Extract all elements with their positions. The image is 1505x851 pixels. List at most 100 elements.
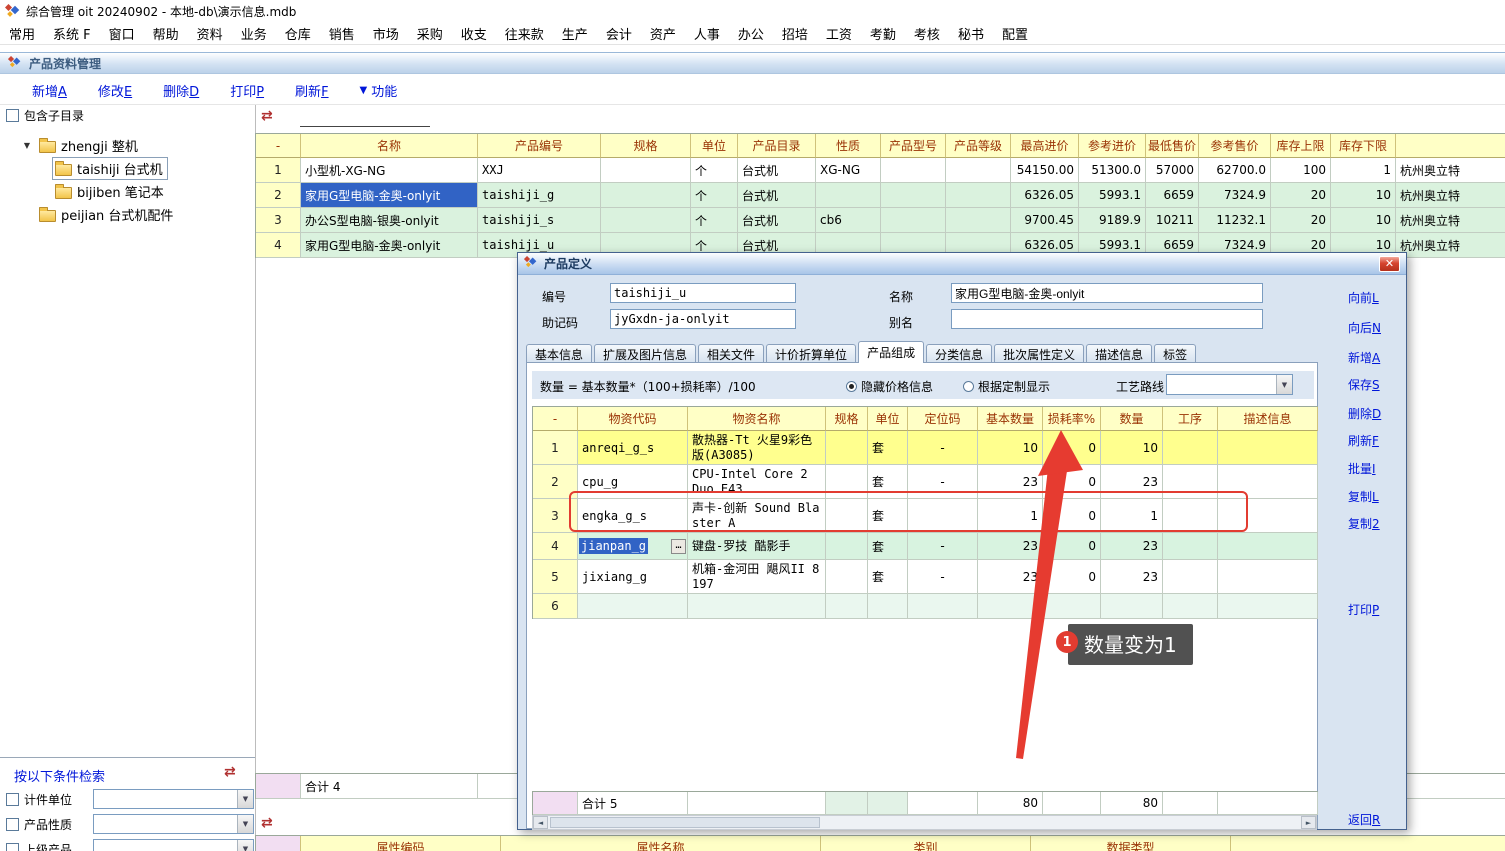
dialog-table-cell[interactable]: 套	[868, 465, 908, 499]
filter-checkbox[interactable]	[6, 818, 19, 831]
dialog-table-cell[interactable]: 套	[868, 431, 908, 465]
dialog-table-cell[interactable]	[1218, 560, 1318, 594]
menu-item[interactable]: 采购	[408, 21, 452, 46]
main-table-cell[interactable]	[601, 158, 691, 183]
main-table-cell[interactable]: 1	[256, 158, 301, 183]
dialog-tab[interactable]: 分类信息	[926, 344, 992, 363]
dialog-side-button[interactable]: 打印P	[1348, 601, 1379, 618]
main-table-cell[interactable]	[601, 183, 691, 208]
dialog-table-cell[interactable]	[826, 594, 868, 619]
dialog-table-cell[interactable]: 套	[868, 560, 908, 594]
filter-combobox[interactable]: ▼	[93, 814, 254, 834]
main-table-cell[interactable]: taishiji_g	[478, 183, 601, 208]
main-column-header[interactable]: 产品等级	[946, 134, 1011, 158]
route-combobox[interactable]: ▼	[1166, 374, 1293, 395]
dialog-table-cell[interactable]: 10	[978, 431, 1043, 465]
dialog-table-cell[interactable]: 10	[1101, 431, 1163, 465]
dialog-tab[interactable]: 描述信息	[1086, 344, 1152, 363]
dialog-column-header[interactable]: 定位码	[908, 407, 978, 431]
dialog-table-cell[interactable]: -	[908, 560, 978, 594]
filter-combobox-input[interactable]	[94, 815, 237, 833]
radio-custom-display[interactable]: 根据定制显示	[963, 378, 1050, 395]
dialog-tab[interactable]: 批次属性定义	[994, 344, 1084, 363]
main-table-cell[interactable]	[881, 183, 946, 208]
main-column-header[interactable]: 最高进价	[1011, 134, 1079, 158]
dialog-tab[interactable]: 扩展及图片信息	[594, 344, 696, 363]
filter-checkbox[interactable]	[6, 843, 19, 851]
main-table-cell[interactable]: 20	[1271, 208, 1331, 233]
main-column-header[interactable]: 产品编号	[478, 134, 601, 158]
code-input[interactable]	[610, 283, 796, 303]
dialog-table-cell[interactable]: 套	[868, 533, 908, 560]
main-table-cell[interactable]: 台式机	[738, 158, 816, 183]
bottom-column-header[interactable]: 数据类型	[1031, 836, 1231, 851]
toolbar-button[interactable]: ▼功能	[360, 81, 398, 100]
main-table-cell[interactable]: 11232.1	[1199, 208, 1271, 233]
main-table-cell[interactable]: 62700.0	[1199, 158, 1271, 183]
main-column-header[interactable]: -	[256, 134, 301, 158]
bottom-column-header[interactable]: 类别	[821, 836, 1031, 851]
dialog-table-cell[interactable]: 4	[533, 533, 578, 560]
main-table-cell[interactable]: 个	[691, 158, 738, 183]
dialog-title-bar[interactable]: 产品定义 ✕	[518, 253, 1406, 275]
dialog-table-cell[interactable]	[1163, 594, 1218, 619]
main-table-cell[interactable]: 杭州奥立特	[1396, 158, 1505, 183]
bottom-column-header[interactable]	[1231, 836, 1505, 851]
dialog-table-cell[interactable]: jianpan_g…	[578, 533, 688, 560]
dialog-side-button[interactable]: 删除D	[1348, 405, 1381, 422]
dialog-tab[interactable]: 相关文件	[698, 344, 764, 363]
menu-item[interactable]: 仓库	[276, 21, 320, 46]
toolbar-button[interactable]: 修改E	[98, 81, 132, 100]
dropdown-arrow-icon[interactable]: ▼	[237, 815, 253, 833]
dialog-table-cell[interactable]: -	[908, 431, 978, 465]
dialog-table-cell[interactable]: 套	[868, 499, 908, 533]
main-table-cell[interactable]: 6326.05	[1011, 183, 1079, 208]
menu-item[interactable]: 窗口	[100, 21, 144, 46]
menu-item[interactable]: 配置	[993, 21, 1037, 46]
menu-item[interactable]: 往来款	[496, 21, 553, 46]
menu-item[interactable]: 考核	[905, 21, 949, 46]
dialog-table-cell[interactable]: 3	[533, 499, 578, 533]
dialog-table-cell[interactable]: 声卡-创新 Sound Blaster A	[688, 499, 826, 533]
dialog-table-cell[interactable]	[1163, 560, 1218, 594]
dropdown-arrow-icon[interactable]: ▼	[237, 790, 253, 808]
dialog-table-cell[interactable]: 6	[533, 594, 578, 619]
main-table-cell[interactable]: 57000	[1146, 158, 1199, 183]
dialog-table-row[interactable]: 5jixiang_g机箱-金河田 飓风II 8197套-23023	[533, 560, 1318, 594]
menu-item[interactable]: 销售	[320, 21, 364, 46]
main-column-header[interactable]: 单位	[691, 134, 738, 158]
dialog-table-cell[interactable]: anreqi_g_s	[578, 431, 688, 465]
filter-combobox[interactable]: ▼	[93, 839, 254, 851]
main-table-cell[interactable]: 小型机-XG-NG	[301, 158, 478, 183]
dialog-side-button[interactable]: 复制2	[1348, 515, 1380, 532]
dialog-table-cell[interactable]: 键盘-罗技 酷影手	[688, 533, 826, 560]
dialog-table-row[interactable]: 1anreqi_g_s散热器-Tt 火星9彩色版(A3085)套-10010	[533, 431, 1318, 465]
dialog-table-cell[interactable]: 23	[978, 560, 1043, 594]
dialog-side-button[interactable]: 刷新F	[1348, 432, 1379, 449]
dropdown-arrow-icon[interactable]: ▼	[237, 840, 253, 851]
main-table-cell[interactable]: cb6	[816, 208, 881, 233]
dialog-table-cell[interactable]: CPU-Intel Core 2 Duo E43	[688, 465, 826, 499]
main-table-cell[interactable]	[946, 158, 1011, 183]
main-table-cell[interactable]	[816, 183, 881, 208]
main-table-cell[interactable]: 杭州奥立特	[1396, 233, 1505, 258]
bottom-column-header[interactable]	[256, 836, 301, 851]
dialog-table-cell[interactable]: 1	[1101, 499, 1163, 533]
include-subdir-checkbox[interactable]	[6, 109, 19, 122]
dialog-table-cell[interactable]: 23	[1101, 560, 1163, 594]
toolbar-button[interactable]: 刷新F	[295, 81, 329, 100]
dialog-table-cell[interactable]	[868, 594, 908, 619]
radio-hide-price[interactable]: 隐藏价格信息	[846, 378, 933, 395]
main-table-cell[interactable]: 1	[1331, 158, 1396, 183]
toolbar-button[interactable]: 新增A	[32, 81, 67, 100]
main-table-cell[interactable]: 10	[1331, 208, 1396, 233]
main-table-cell[interactable]	[946, 183, 1011, 208]
dialog-side-button[interactable]: 复制L	[1348, 488, 1379, 505]
dialog-table-cell[interactable]: 0	[1043, 533, 1101, 560]
main-table-cell[interactable]: 54150.00	[1011, 158, 1079, 183]
menu-item[interactable]: 市场	[364, 21, 408, 46]
dialog-table-cell[interactable]: cpu_g	[578, 465, 688, 499]
main-table-cell[interactable]: taishiji_s	[478, 208, 601, 233]
main-column-header[interactable]	[1396, 134, 1505, 158]
main-table-cell[interactable]: 台式机	[738, 183, 816, 208]
